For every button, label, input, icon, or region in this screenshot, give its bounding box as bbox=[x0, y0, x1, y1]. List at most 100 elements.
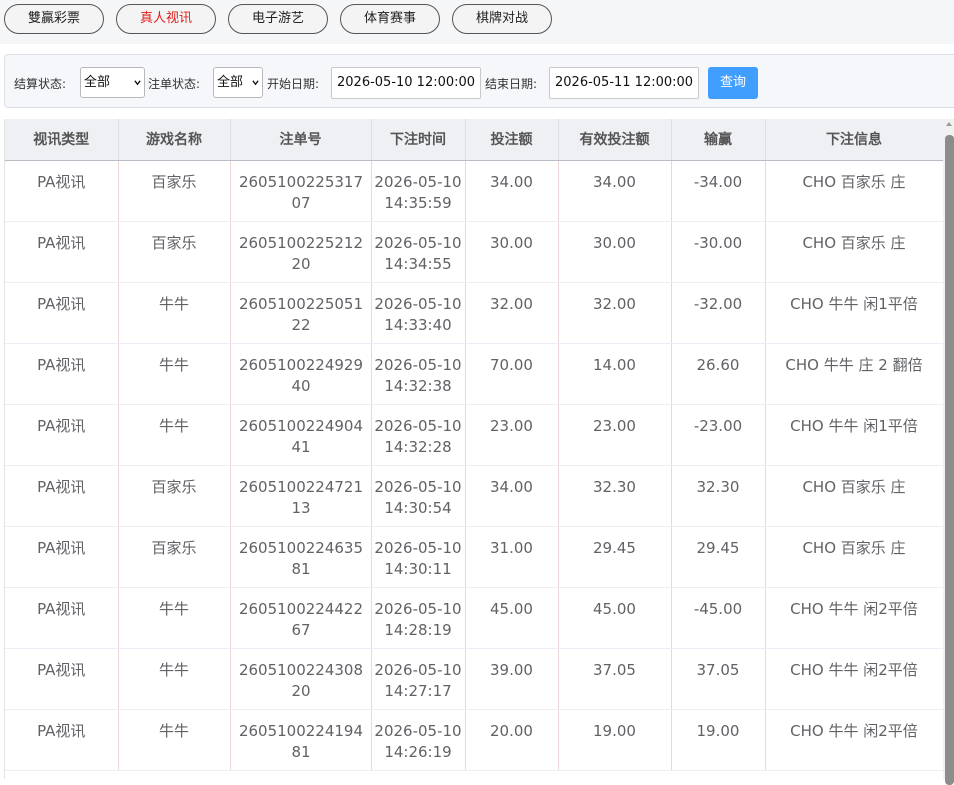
cell-bet-info: CHO 百家乐 庄 bbox=[765, 465, 944, 527]
cell-valid-bet: 14.00 bbox=[558, 343, 672, 405]
cell-video-type: PA视讯 bbox=[5, 648, 119, 710]
bet-records-table: 视讯类型 游戏名称 注单号 下注时间 投注额 有效投注额 输赢 下注信息 PA视… bbox=[5, 119, 944, 771]
order-status-label: 注单状态: bbox=[148, 77, 201, 91]
cell-video-type: PA视讯 bbox=[5, 343, 119, 405]
cell-bet-info: CHO 牛牛 闲2平倍 bbox=[765, 587, 944, 649]
cell-valid-bet: 30.00 bbox=[558, 221, 672, 283]
scrollbar-thumb[interactable] bbox=[945, 135, 954, 785]
tab-lottery[interactable]: 雙贏彩票 bbox=[4, 4, 104, 34]
cell-order-number: 260510022463581 bbox=[230, 526, 372, 588]
cell-bet-amount: 23.00 bbox=[465, 404, 559, 466]
cell-win-loss: -34.00 bbox=[671, 160, 766, 222]
cell-bet-time: 2026-05-10 14:27:17 bbox=[371, 648, 466, 710]
cell-bet-time: 2026-05-10 14:34:55 bbox=[371, 221, 466, 283]
start-date-label: 开始日期: bbox=[267, 77, 320, 91]
cell-bet-time: 2026-05-10 14:35:59 bbox=[371, 160, 466, 222]
cell-win-loss: -45.00 bbox=[671, 587, 766, 649]
column-header-order-number: 注单号 bbox=[230, 119, 372, 161]
cell-video-type: PA视讯 bbox=[5, 465, 119, 527]
column-header-valid-bet: 有效投注额 bbox=[558, 119, 672, 161]
chevron-down-icon bbox=[252, 80, 259, 86]
cell-bet-time: 2026-05-10 14:30:54 bbox=[371, 465, 466, 527]
settle-status-value: 全部 bbox=[84, 75, 111, 90]
cell-video-type: PA视讯 bbox=[5, 404, 119, 466]
cell-bet-amount: 34.00 bbox=[465, 160, 559, 222]
query-button[interactable]: 查询 bbox=[708, 67, 758, 99]
table-scrollbar[interactable] bbox=[943, 119, 954, 785]
settle-status-label: 结算状态: bbox=[14, 77, 67, 91]
table-row: PA视讯 牛牛 260510022442267 2026-05-10 14:28… bbox=[5, 587, 944, 649]
table-row: PA视讯 牛牛 260510022430820 2026-05-10 14:27… bbox=[5, 648, 944, 710]
cell-bet-time: 2026-05-10 14:32:28 bbox=[371, 404, 466, 466]
cell-bet-time: 2026-05-10 14:30:11 bbox=[371, 526, 466, 588]
cell-game-name: 牛牛 bbox=[118, 709, 231, 771]
cell-video-type: PA视讯 bbox=[5, 221, 119, 283]
tab-electronic-games[interactable]: 电子游艺 bbox=[228, 4, 328, 34]
cell-game-name: 百家乐 bbox=[118, 526, 231, 588]
scroll-up-arrow-icon[interactable] bbox=[946, 122, 952, 126]
table-row: PA视讯 牛牛 260510022490441 2026-05-10 14:32… bbox=[5, 404, 944, 466]
cell-bet-info: CHO 牛牛 闲2平倍 bbox=[765, 709, 944, 771]
table-row: PA视讯 百家乐 260510022521220 2026-05-10 14:3… bbox=[5, 221, 944, 283]
cell-bet-amount: 31.00 bbox=[465, 526, 559, 588]
cell-win-loss: 37.05 bbox=[671, 648, 766, 710]
table-row: PA视讯 百家乐 260510022531707 2026-05-10 14:3… bbox=[5, 160, 944, 222]
tab-card-games[interactable]: 棋牌对战 bbox=[452, 4, 552, 34]
cell-win-loss: 29.45 bbox=[671, 526, 766, 588]
table-row: PA视讯 牛牛 260510022505122 2026-05-10 14:33… bbox=[5, 282, 944, 344]
column-header-bet-time: 下注时间 bbox=[371, 119, 466, 161]
cell-bet-info: CHO 百家乐 庄 bbox=[765, 526, 944, 588]
column-header-game-name: 游戏名称 bbox=[118, 119, 231, 161]
table-header-row: 视讯类型 游戏名称 注单号 下注时间 投注额 有效投注额 输赢 下注信息 bbox=[5, 119, 944, 161]
cell-order-number: 260510022505122 bbox=[230, 282, 372, 344]
cell-win-loss: -32.00 bbox=[671, 282, 766, 344]
column-header-bet-amount: 投注额 bbox=[465, 119, 559, 161]
cell-game-name: 牛牛 bbox=[118, 587, 231, 649]
cell-valid-bet: 32.30 bbox=[558, 465, 672, 527]
table-row: PA视讯 百家乐 260510022472113 2026-05-10 14:3… bbox=[5, 465, 944, 527]
tab-live-video[interactable]: 真人视讯 bbox=[116, 4, 216, 34]
cell-bet-amount: 32.00 bbox=[465, 282, 559, 344]
cell-win-loss: 26.60 bbox=[671, 343, 766, 405]
cell-video-type: PA视讯 bbox=[5, 526, 119, 588]
order-status-select[interactable]: 全部 bbox=[213, 67, 263, 98]
cell-bet-amount: 30.00 bbox=[465, 221, 559, 283]
cell-game-name: 牛牛 bbox=[118, 404, 231, 466]
cell-video-type: PA视讯 bbox=[5, 160, 119, 222]
cell-order-number: 260510022472113 bbox=[230, 465, 372, 527]
start-date-input[interactable]: 2026-05-10 12:00:00 bbox=[331, 67, 481, 99]
cell-game-name: 牛牛 bbox=[118, 343, 231, 405]
cell-bet-time: 2026-05-10 14:26:19 bbox=[371, 709, 466, 771]
table-row: PA视讯 牛牛 260510022492940 2026-05-10 14:32… bbox=[5, 343, 944, 405]
cell-bet-info: CHO 牛牛 闲1平倍 bbox=[765, 282, 944, 344]
cell-valid-bet: 29.45 bbox=[558, 526, 672, 588]
cell-bet-time: 2026-05-10 14:28:19 bbox=[371, 587, 466, 649]
cell-bet-time: 2026-05-10 14:32:38 bbox=[371, 343, 466, 405]
column-header-video-type: 视讯类型 bbox=[5, 119, 119, 161]
cell-game-name: 百家乐 bbox=[118, 465, 231, 527]
cell-valid-bet: 34.00 bbox=[558, 160, 672, 222]
cell-valid-bet: 23.00 bbox=[558, 404, 672, 466]
cell-bet-info: CHO 百家乐 庄 bbox=[765, 221, 944, 283]
table-row: PA视讯 牛牛 260510022419481 2026-05-10 14:26… bbox=[5, 709, 944, 771]
cell-bet-amount: 70.00 bbox=[465, 343, 559, 405]
cell-order-number: 260510022419481 bbox=[230, 709, 372, 771]
chevron-down-icon bbox=[134, 80, 141, 86]
cell-game-name: 百家乐 bbox=[118, 221, 231, 283]
cell-win-loss: 32.30 bbox=[671, 465, 766, 527]
tab-sports[interactable]: 体育赛事 bbox=[340, 4, 440, 34]
cell-bet-info: CHO 百家乐 庄 bbox=[765, 160, 944, 222]
cell-bet-amount: 34.00 bbox=[465, 465, 559, 527]
order-status-value: 全部 bbox=[217, 75, 244, 90]
end-date-label: 结束日期: bbox=[485, 77, 538, 91]
cell-win-loss: -23.00 bbox=[671, 404, 766, 466]
cell-order-number: 260510022490441 bbox=[230, 404, 372, 466]
cell-order-number: 260510022531707 bbox=[230, 160, 372, 222]
cell-game-name: 牛牛 bbox=[118, 648, 231, 710]
end-date-input[interactable]: 2026-05-11 12:00:00 bbox=[549, 67, 699, 99]
filter-bar: 结算状态: 全部 注单状态: 全部 开始日期: 2026-05-10 12:00… bbox=[4, 54, 954, 108]
cell-bet-amount: 45.00 bbox=[465, 587, 559, 649]
cell-order-number: 260510022521220 bbox=[230, 221, 372, 283]
cell-order-number: 260510022442267 bbox=[230, 587, 372, 649]
settle-status-select[interactable]: 全部 bbox=[80, 67, 145, 98]
